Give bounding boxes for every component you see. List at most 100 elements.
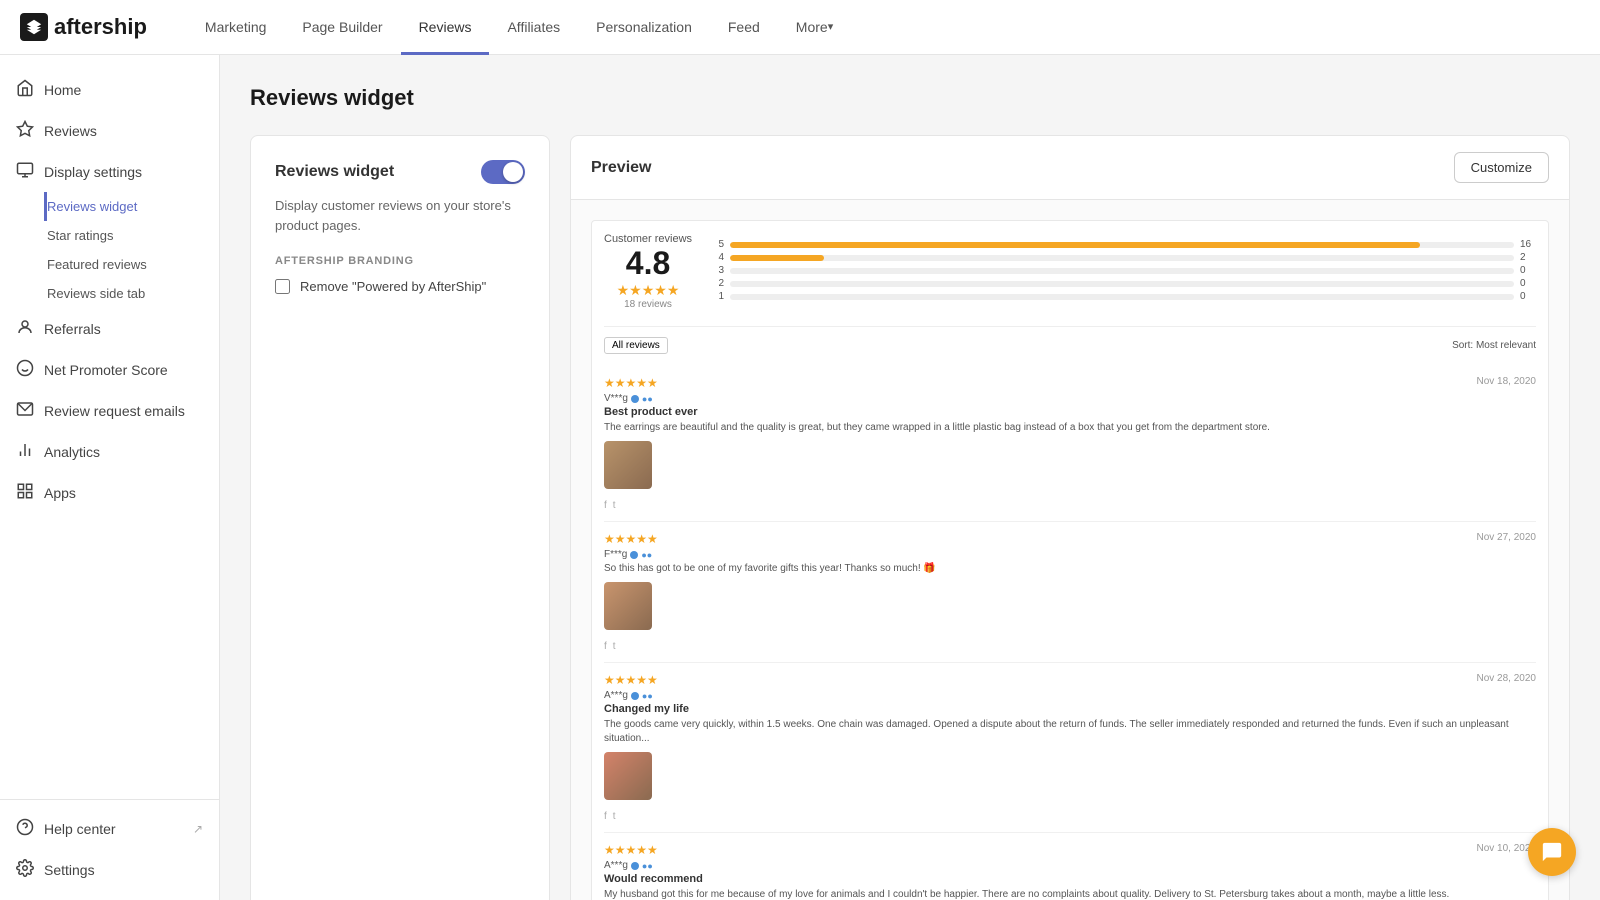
review-body-2: The goods came very quickly, within 1.5 … xyxy=(604,718,1536,746)
reviews-widget-toggle[interactable] xyxy=(481,160,525,184)
widget-card-title: Reviews widget xyxy=(275,163,394,181)
apps-icon xyxy=(16,482,34,503)
review-author-3: A***g ●● xyxy=(604,860,1536,871)
cr-review-count: 18 reviews xyxy=(604,299,692,310)
nav-link-page-builder[interactable]: Page Builder xyxy=(284,1,400,55)
remove-branding-checkbox[interactable] xyxy=(275,279,290,294)
nav-link-reviews[interactable]: Reviews xyxy=(401,1,490,55)
sidebar-label-help-center: Help center xyxy=(44,821,116,837)
display-settings-icon xyxy=(16,161,34,182)
sidebar-item-home[interactable]: Home xyxy=(0,69,219,110)
reviews-icon xyxy=(16,120,34,141)
page-title: Reviews widget xyxy=(250,85,1570,111)
review-img-2 xyxy=(604,752,652,800)
net-promoter-score-icon xyxy=(16,359,34,380)
customize-button[interactable]: Customize xyxy=(1454,152,1549,183)
cr-score-box: Customer reviews 4.8 ★★★★★ 18 reviews xyxy=(604,233,692,310)
sidebar-sub-item-star-ratings[interactable]: Star ratings xyxy=(44,221,219,250)
bar-count-2: 0 xyxy=(1520,278,1536,289)
review-item-1: ★★★★★ Nov 27, 2020 F***g ●● So this has … xyxy=(604,522,1536,663)
bar-count-3: 0 xyxy=(1520,265,1536,276)
review-social-0: f t xyxy=(604,500,1536,511)
sidebar-label-referrals: Referrals xyxy=(44,321,101,337)
review-item-0: ★★★★★ Nov 18, 2020 V***g ●● Best product… xyxy=(604,366,1536,522)
cr-bar-row-5: 5 16 xyxy=(712,239,1536,250)
sidebar-label-apps: Apps xyxy=(44,485,76,501)
review-date-0: Nov 18, 2020 xyxy=(1477,376,1537,387)
verified-dots-2: ●● xyxy=(642,691,653,701)
cr-score: 4.8 xyxy=(604,247,692,279)
bar-track-5 xyxy=(730,242,1514,248)
review-author-0: V***g ●● xyxy=(604,393,1536,404)
sidebar-item-net-promoter-score[interactable]: Net Promoter Score xyxy=(0,349,219,390)
cr-bar-row-4: 4 2 xyxy=(712,252,1536,263)
cr-heading: Customer reviews xyxy=(604,233,692,245)
sort-label: Sort: Most relevant xyxy=(1452,340,1536,351)
nav-link-affiliates[interactable]: Affiliates xyxy=(489,1,578,55)
bar-label-2: 2 xyxy=(712,278,724,289)
bar-label-1: 1 xyxy=(712,291,724,302)
facebook-icon-1: f xyxy=(604,641,607,652)
sidebar-sub-item-featured-reviews[interactable]: Featured reviews xyxy=(44,250,219,279)
nav-link-feed[interactable]: Feed xyxy=(710,1,778,55)
sidebar-sub-item-reviews-widget[interactable]: Reviews widget xyxy=(44,192,219,221)
review-body-1: So this has got to be one of my favorite… xyxy=(604,562,1536,576)
sidebar-label-net-promoter-score: Net Promoter Score xyxy=(44,362,168,378)
bar-track-2 xyxy=(730,281,1514,287)
review-header-2: ★★★★★ Nov 28, 2020 xyxy=(604,673,1536,687)
review-item-3: ★★★★★ Nov 10, 2020 A***g ●● Would recomm… xyxy=(604,833,1536,900)
review-body-3: My husband got this for me because of my… xyxy=(604,888,1536,900)
sidebar-item-settings[interactable]: Settings xyxy=(0,849,219,890)
review-item-2: ★★★★★ Nov 28, 2020 A***g ●● Changed my l… xyxy=(604,663,1536,833)
sidebar-item-help-center[interactable]: Help center↗ xyxy=(0,808,219,849)
cr-summary: Customer reviews 4.8 ★★★★★ 18 reviews 5 … xyxy=(604,233,1536,310)
sidebar-item-display-settings[interactable]: Display settings xyxy=(0,151,219,192)
chat-bubble[interactable] xyxy=(1528,828,1576,876)
verified-icon-2 xyxy=(631,692,639,700)
review-author-2: A***g ●● xyxy=(604,690,1536,701)
review-body-0: The earrings are beautiful and the quali… xyxy=(604,421,1536,435)
bar-track-4 xyxy=(730,255,1514,261)
review-author-1: F***g ●● xyxy=(604,549,1536,560)
verified-dots-0: ●● xyxy=(642,394,653,404)
review-stars-3: ★★★★★ xyxy=(604,843,658,857)
review-img-1 xyxy=(604,582,652,630)
sidebar-item-apps[interactable]: Apps xyxy=(0,472,219,513)
cr-bar-row-1: 1 0 xyxy=(712,291,1536,302)
widget-card: Reviews widget Display customer reviews … xyxy=(250,135,550,900)
sidebar-item-referrals[interactable]: Referrals xyxy=(0,308,219,349)
sidebar: HomeReviews Display settings Reviews widge… xyxy=(0,55,220,900)
facebook-icon-0: f xyxy=(604,500,607,511)
review-social-1: f t xyxy=(604,641,1536,652)
sidebar-label-display-settings: Display settings xyxy=(44,164,142,180)
twitter-icon-2: t xyxy=(613,811,616,822)
review-title-2: Changed my life xyxy=(604,703,1536,715)
remove-branding-checkbox-row[interactable]: Remove "Powered by AfterShip" xyxy=(275,279,525,294)
content-row: Reviews widget Display customer reviews … xyxy=(250,135,1570,900)
layout: HomeReviews Display settings Reviews widge… xyxy=(0,55,1600,900)
referrals-icon xyxy=(16,318,34,339)
review-header-3: ★★★★★ Nov 10, 2020 xyxy=(604,843,1536,857)
cr-reviews-list: ★★★★★ Nov 18, 2020 V***g ●● Best product… xyxy=(604,366,1536,900)
sidebar-item-review-request-emails[interactable]: Review request emails xyxy=(0,390,219,431)
bar-count-1: 0 xyxy=(1520,291,1536,302)
review-date-2: Nov 28, 2020 xyxy=(1477,673,1537,684)
nav-link-more[interactable]: More xyxy=(778,1,851,55)
widget-card-header: Reviews widget xyxy=(275,160,525,184)
sidebar-item-analytics[interactable]: Analytics xyxy=(0,431,219,472)
nav-links: MarketingPage BuilderReviewsAffiliatesPe… xyxy=(187,0,851,54)
sidebar-label-review-request-emails: Review request emails xyxy=(44,403,185,419)
preview-title: Preview xyxy=(591,159,651,177)
twitter-icon-1: t xyxy=(613,641,616,652)
sidebar-sub-item-reviews-side-tab[interactable]: Reviews side tab xyxy=(44,279,219,308)
review-title-3: Would recommend xyxy=(604,873,1536,885)
cr-bar-row-3: 3 0 xyxy=(712,265,1536,276)
cr-bars: 5 16 4 2 3 0 2 0 1 0 xyxy=(712,239,1536,304)
review-stars-0: ★★★★★ xyxy=(604,376,658,390)
verified-icon-0 xyxy=(631,395,639,403)
sidebar-item-reviews[interactable]: Reviews xyxy=(0,110,219,151)
nav-link-marketing[interactable]: Marketing xyxy=(187,1,284,55)
nav-link-personalization[interactable]: Personalization xyxy=(578,1,710,55)
bar-fill-4 xyxy=(730,255,824,261)
all-reviews-filter[interactable]: All reviews xyxy=(604,337,668,354)
